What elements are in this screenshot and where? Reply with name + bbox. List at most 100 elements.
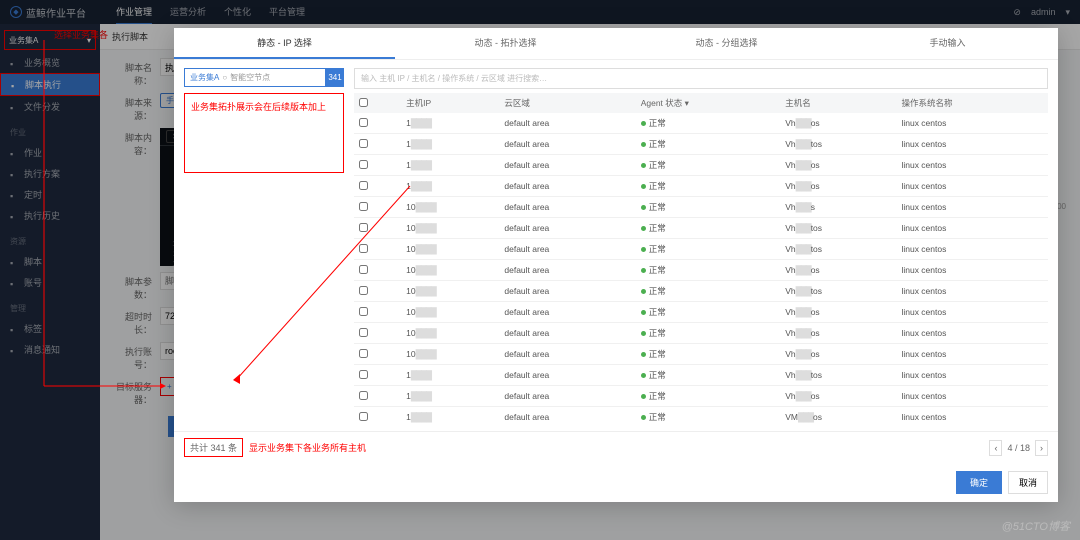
total-count: 共计 341 条: [184, 438, 243, 457]
tree-badge: 341: [326, 68, 344, 87]
row-checkbox[interactable]: [359, 223, 368, 232]
row-checkbox[interactable]: [359, 265, 368, 274]
total-note: 显示业务集下各业务所有主机: [249, 441, 366, 454]
cell-area: default area: [499, 281, 635, 302]
row-checkbox[interactable]: [359, 391, 368, 400]
cell-os: linux centos: [896, 113, 1048, 134]
cell-ip: 1████: [401, 176, 499, 197]
tab-static-ip[interactable]: 静态 - IP 选择: [174, 28, 395, 59]
table-row[interactable]: 1████default area正常VM███oslinux centos: [354, 407, 1048, 424]
cell-status: 正常: [636, 386, 781, 407]
cell-status: 正常: [636, 218, 781, 239]
cell-os: linux centos: [896, 323, 1048, 344]
cell-os: linux centos: [896, 260, 1048, 281]
table-row[interactable]: 10████default area正常Vh███oslinux centos: [354, 323, 1048, 344]
row-checkbox[interactable]: [359, 307, 368, 316]
cell-hostname: Vh███tos: [780, 134, 896, 155]
row-checkbox[interactable]: [359, 412, 368, 421]
cell-hostname: Vh███tos: [780, 218, 896, 239]
table-row[interactable]: 1████default area正常Vh███oslinux centos: [354, 176, 1048, 197]
cell-hostname: Vh███tos: [780, 281, 896, 302]
col-header: 主机IP: [401, 93, 499, 113]
table-row[interactable]: 10████default area正常Vh███oslinux centos: [354, 302, 1048, 323]
cell-status: 正常: [636, 365, 781, 386]
cell-area: default area: [499, 239, 635, 260]
cell-ip: 10████: [401, 218, 499, 239]
table-row[interactable]: 10████default area正常Vh███toslinux centos: [354, 218, 1048, 239]
row-checkbox[interactable]: [359, 118, 368, 127]
table-row[interactable]: 1████default area正常Vh███oslinux centos: [354, 155, 1048, 176]
row-checkbox[interactable]: [359, 328, 368, 337]
cell-area: default area: [499, 176, 635, 197]
table-row[interactable]: 10████default area正常Vh███oslinux centos: [354, 344, 1048, 365]
modal-left-tree: 业务集A ○ 智能空节点 341 业务集拓扑展示会在后续版本加上: [184, 68, 344, 423]
table-row[interactable]: 10████default area正常Vh███toslinux centos: [354, 239, 1048, 260]
cell-hostname: Vh███s: [780, 197, 896, 218]
cell-status: 正常: [636, 176, 781, 197]
row-checkbox[interactable]: [359, 244, 368, 253]
cell-status: 正常: [636, 260, 781, 281]
row-checkbox[interactable]: [359, 349, 368, 358]
row-checkbox[interactable]: [359, 202, 368, 211]
row-checkbox[interactable]: [359, 181, 368, 190]
cell-hostname: Vh███os: [780, 323, 896, 344]
server-picker-modal: 静态 - IP 选择 动态 - 拓扑选择 动态 - 分组选择 手动输入 业务集A…: [174, 28, 1058, 502]
cell-os: linux centos: [896, 155, 1048, 176]
cell-status: 正常: [636, 155, 781, 176]
cell-hostname: Vh███os: [780, 386, 896, 407]
cell-os: linux centos: [896, 386, 1048, 407]
modal-tabs: 静态 - IP 选择 动态 - 拓扑选择 动态 - 分组选择 手动输入: [174, 28, 1058, 60]
tab-manual[interactable]: 手动输入: [837, 28, 1058, 59]
cell-ip: 10████: [401, 260, 499, 281]
select-all-checkbox[interactable]: [359, 98, 368, 107]
row-checkbox[interactable]: [359, 370, 368, 379]
cell-os: linux centos: [896, 302, 1048, 323]
tree-placeholder: 业务集拓扑展示会在后续版本加上: [184, 93, 344, 173]
cell-area: default area: [499, 365, 635, 386]
table-row[interactable]: 1████default area正常Vh███oslinux centos: [354, 113, 1048, 134]
page-prev[interactable]: ‹: [989, 440, 1002, 456]
cell-hostname: Vh███os: [780, 260, 896, 281]
cell-area: default area: [499, 344, 635, 365]
watermark: @51CTO博客: [1002, 518, 1070, 534]
tree-path[interactable]: 业务集A ○ 智能空节点: [184, 68, 326, 87]
modal-footer: 共计 341 条 显示业务集下各业务所有主机 ‹ 4 / 18 ›: [174, 431, 1058, 463]
col-header: 主机名: [780, 93, 896, 113]
cell-os: linux centos: [896, 407, 1048, 424]
confirm-button[interactable]: 确定: [956, 471, 1002, 494]
table-row[interactable]: 1████default area正常Vh███toslinux centos: [354, 134, 1048, 155]
table-row[interactable]: 10████default area正常Vh███oslinux centos: [354, 260, 1048, 281]
cell-area: default area: [499, 260, 635, 281]
circle-icon: ○: [222, 73, 227, 82]
cell-status: 正常: [636, 344, 781, 365]
cell-hostname: Vh███os: [780, 302, 896, 323]
tab-dyn-group[interactable]: 动态 - 分组选择: [616, 28, 837, 59]
cell-os: linux centos: [896, 281, 1048, 302]
cell-ip: 10████: [401, 302, 499, 323]
cell-os: linux centos: [896, 344, 1048, 365]
table-row[interactable]: 1████default area正常Vh███oslinux centos: [354, 386, 1048, 407]
search-input[interactable]: 输入 主机 IP / 主机名 / 操作系统 / 云区域 进行搜索…: [354, 68, 1048, 89]
cell-os: linux centos: [896, 176, 1048, 197]
cell-area: default area: [499, 197, 635, 218]
cell-status: 正常: [636, 113, 781, 134]
row-checkbox[interactable]: [359, 160, 368, 169]
row-checkbox[interactable]: [359, 139, 368, 148]
col-header: 云区域: [499, 93, 635, 113]
table-row[interactable]: 1████default area正常Vh███toslinux centos: [354, 365, 1048, 386]
cell-os: linux centos: [896, 218, 1048, 239]
row-checkbox[interactable]: [359, 286, 368, 295]
tab-dyn-topo[interactable]: 动态 - 拓扑选择: [395, 28, 616, 59]
cancel-button[interactable]: 取消: [1008, 471, 1048, 494]
col-header: [354, 93, 401, 113]
col-header: 操作系统名称: [896, 93, 1048, 113]
table-row[interactable]: 10████default area正常Vh███toslinux centos: [354, 281, 1048, 302]
cell-ip: 1████: [401, 155, 499, 176]
cell-ip: 10████: [401, 344, 499, 365]
page-next[interactable]: ›: [1035, 440, 1048, 456]
table-row[interactable]: 10████default area正常Vh███slinux centos: [354, 197, 1048, 218]
cell-area: default area: [499, 302, 635, 323]
cell-area: default area: [499, 155, 635, 176]
col-header[interactable]: Agent 状态 ▾: [636, 93, 781, 113]
cell-ip: 1████: [401, 407, 499, 424]
